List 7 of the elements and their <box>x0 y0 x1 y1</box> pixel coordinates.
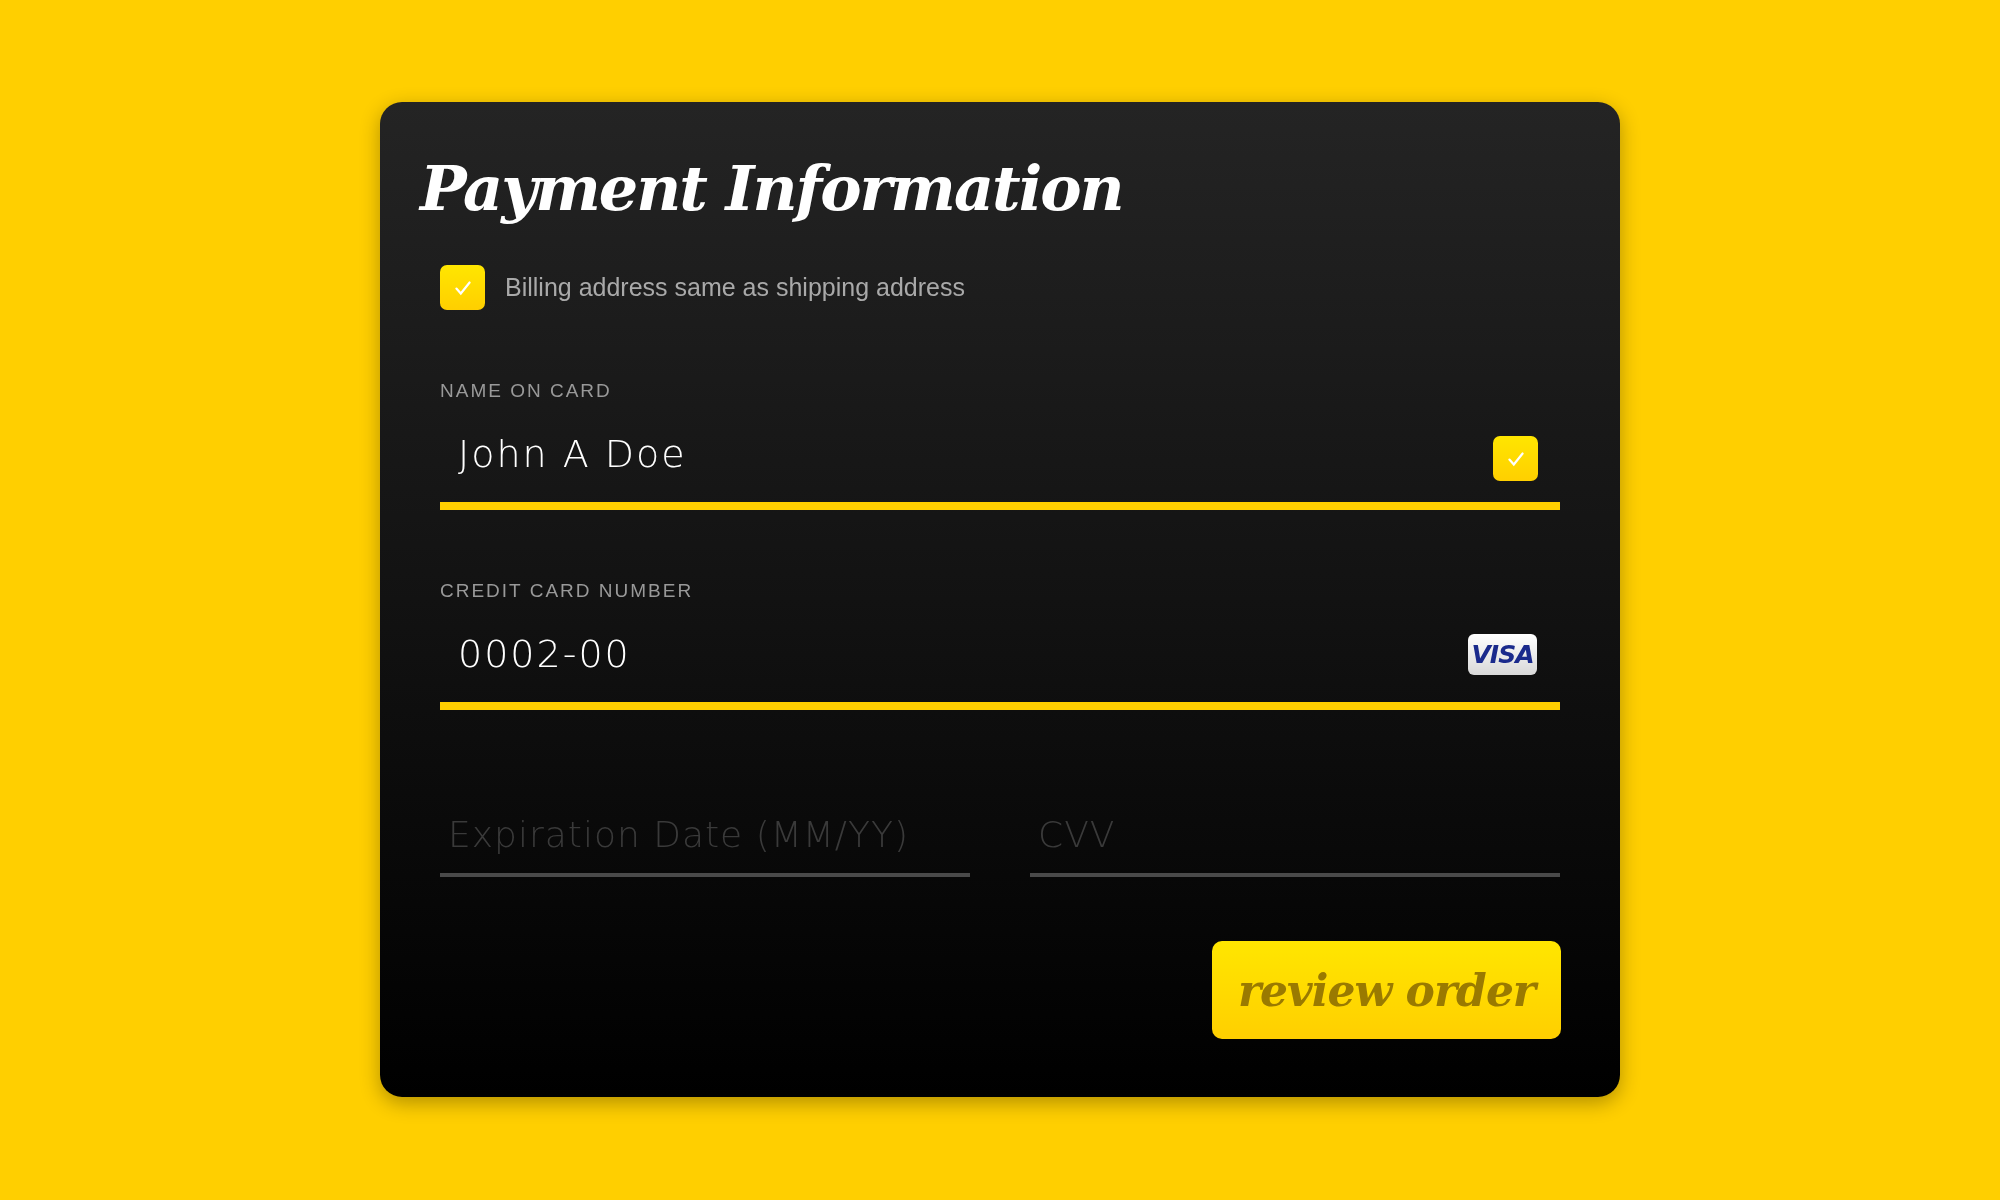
form-title: Payment Information <box>420 152 1123 225</box>
checkbox[interactable] <box>1493 436 1538 481</box>
field-label: NAME ON CARD <box>440 380 612 402</box>
checkbox-label: Billing address same as shipping address <box>505 273 965 302</box>
card-brand-badge: VISA <box>1468 634 1537 675</box>
checkbox[interactable] <box>440 265 485 310</box>
field-label: CREDIT CARD NUMBER <box>440 580 694 602</box>
